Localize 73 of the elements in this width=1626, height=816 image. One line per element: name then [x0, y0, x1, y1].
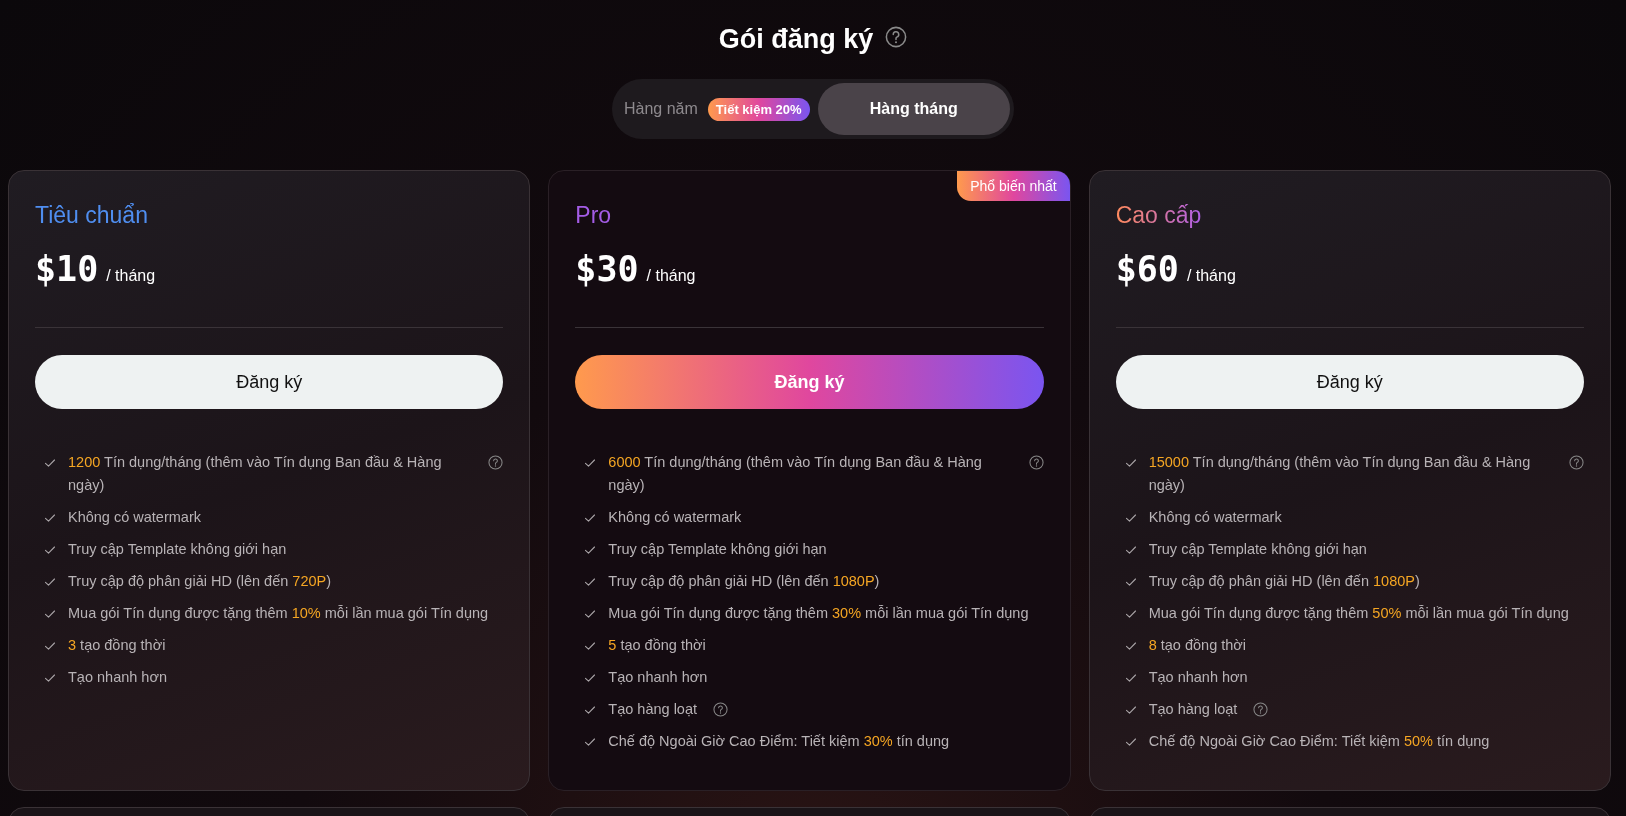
help-icon[interactable]: [488, 455, 504, 470]
feature-text: Không có watermark: [68, 508, 201, 527]
plan-price: $60: [1115, 249, 1179, 289]
check-icon: [44, 544, 56, 556]
feature-text: Chế độ Ngoài Giờ Cao Điểm: Tiết kiệm 50% tín dụng: [1148, 732, 1490, 751]
help-icon[interactable]: [1028, 455, 1044, 470]
check-icon: [1124, 736, 1137, 748]
feature-text: Mua gói Tín dụng được tặng thêm 30% mỗi lần mua gói Tín dụng: [608, 604, 1029, 623]
check-icon: [44, 512, 56, 524]
help-icon[interactable]: [885, 25, 908, 48]
feature-text: 6000 Tín dụng/tháng (thêm vào Tín dụng Ban đầu & Hàng ngày): [608, 453, 983, 495]
plan-price: $10: [35, 249, 99, 289]
help-icon[interactable]: [1569, 455, 1584, 470]
check-icon: [584, 640, 597, 652]
feature-text: Mua gói Tín dụng được tặng thêm 10% mỗi lần mua gói Tín dụng: [68, 604, 489, 623]
feature-text: Tạo nhanh hơn: [1148, 668, 1248, 687]
page-title: Gói đăng ký: [718, 24, 874, 55]
feature-text: Truy cập độ phân giải HD (lên đến 720P): [68, 572, 332, 591]
check-icon: [1124, 640, 1137, 652]
feature-text: Tạo nhanh hơn: [68, 668, 167, 687]
check-icon: [44, 608, 56, 620]
check-icon: [1124, 576, 1137, 588]
check-icon: [584, 457, 597, 469]
subscribe-button[interactable]: Đăng ký: [575, 355, 1044, 409]
feature-text: Tạo hàng loạt: [608, 700, 697, 719]
check-icon: [1124, 704, 1137, 716]
price-period: / tháng: [646, 267, 696, 285]
billing-option[interactable]: Hàng năm Tiết kiệm 20%: [616, 83, 818, 135]
check-icon: [584, 544, 597, 556]
check-icon: [584, 672, 597, 684]
check-icon: [584, 576, 597, 588]
help-icon[interactable]: [1253, 702, 1269, 717]
feature-text: 15000 Tín dụng/tháng (thêm vào Tín dụng Ban đầu & Hàng ngày): [1148, 453, 1532, 495]
feature-text: Không có watermark: [1148, 508, 1282, 527]
feature-text: Chế độ Ngoài Giờ Cao Điểm: Tiết kiệm 30% tín dụng: [608, 732, 950, 751]
check-icon: [584, 512, 597, 524]
help-icon[interactable]: [713, 702, 728, 717]
check-icon: [44, 576, 56, 588]
check-icon: [584, 736, 597, 748]
feature-text: Không có watermark: [608, 508, 742, 527]
check-icon: [44, 672, 56, 684]
plan-name: Cao cấp: [1115, 201, 1202, 229]
feature-text: Mua gói Tín dụng được tặng thêm 50% mỗi lần mua gói Tín dụng: [1148, 604, 1569, 623]
check-icon: [1124, 512, 1137, 524]
feature-text: Truy cập Template không giới hạn: [68, 540, 287, 559]
popular-badge: Phổ biến nhất: [957, 171, 1070, 201]
check-icon: [44, 457, 56, 469]
plan-price: $30: [575, 249, 639, 289]
check-icon: [584, 704, 597, 716]
feature-text: Tạo nhanh hơn: [608, 668, 708, 687]
plan-name: Tiêu chuẩn: [35, 201, 149, 229]
feature-text: Truy cập Template không giới hạn: [1148, 540, 1367, 559]
billing-option[interactable]: Hàng tháng: [817, 83, 1010, 135]
subscribe-button[interactable]: Đăng ký: [35, 355, 504, 409]
plan-name: Pro: [575, 201, 613, 229]
feature-text: 3 tạo đồng thời: [68, 636, 166, 655]
feature-text: Tạo hàng loạt: [1148, 700, 1238, 719]
feature-text: Truy cập Template không giới hạn: [608, 540, 827, 559]
discount-badge: Tiết kiệm 20%: [707, 97, 810, 121]
price-period: / tháng: [1186, 267, 1236, 285]
feature-text: Truy cập độ phân giải HD (lên đến 1080P): [608, 572, 880, 591]
check-icon: [1124, 672, 1137, 684]
check-icon: [584, 608, 597, 620]
price-period: / tháng: [106, 267, 156, 285]
feature-text: 1200 Tín dụng/tháng (thêm vào Tín dụng Ban đầu & Hàng ngày): [68, 453, 443, 495]
check-icon: [1124, 457, 1137, 469]
check-icon: [44, 640, 56, 652]
feature-text: Truy cập độ phân giải HD (lên đến 1080P): [1148, 572, 1420, 591]
feature-text: 5 tạo đồng thời: [608, 636, 706, 655]
feature-text: 8 tạo đồng thời: [1148, 636, 1247, 655]
subscribe-button[interactable]: Đăng ký: [1115, 355, 1584, 409]
check-icon: [1124, 608, 1137, 620]
check-icon: [1124, 544, 1137, 556]
